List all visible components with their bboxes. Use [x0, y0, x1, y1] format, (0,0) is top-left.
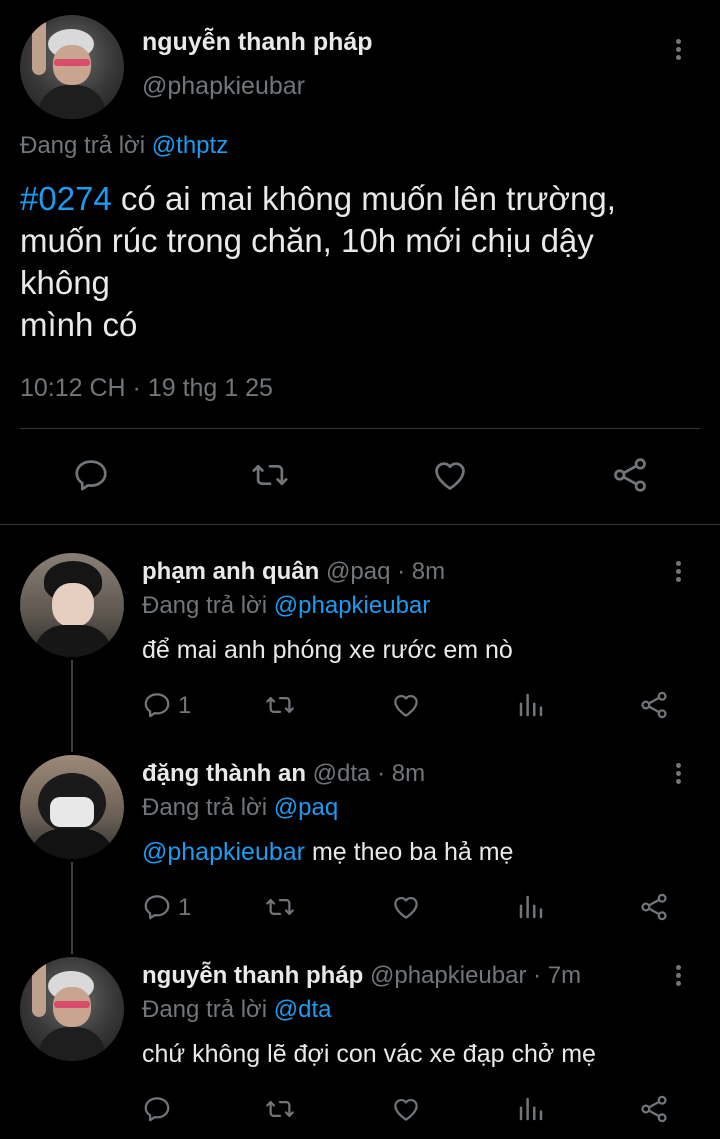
retweet-icon[interactable]	[264, 690, 296, 720]
author-meta[interactable]: @paq · 8m	[326, 558, 445, 585]
share-icon[interactable]	[638, 690, 670, 720]
reply-body: chứ không lẽ đợi con vác xe đạp chở mẹ	[142, 1040, 596, 1068]
avatar[interactable]	[20, 957, 124, 1061]
reply-icon[interactable]	[72, 456, 110, 494]
tweet-text: #0274 có ai mai không muốn lên trường, m…	[20, 178, 710, 346]
reply-to-link[interactable]: @paq	[274, 794, 338, 821]
tweet-line-1: có ai mai không muốn lên trường,	[111, 180, 616, 217]
hashtag-link[interactable]: #0274	[20, 180, 112, 217]
thread-line	[71, 862, 73, 954]
reply-body: để mai anh phóng xe rước em nò	[142, 636, 513, 664]
reply-context: Đang trả lời @phapkieubar	[142, 592, 430, 620]
section-divider	[0, 524, 720, 525]
reply-icon[interactable]	[142, 892, 172, 922]
retweet-icon[interactable]	[264, 1094, 296, 1124]
reply-context: Đang trả lời @paq	[142, 794, 338, 822]
more-icon[interactable]	[674, 36, 682, 63]
author-handle[interactable]: @phapkieubar	[142, 72, 305, 101]
more-icon[interactable]	[674, 962, 682, 989]
timestamp[interactable]: 10:12 CH · 19 thg 1 25	[20, 374, 273, 403]
avatar[interactable]	[20, 15, 124, 119]
mention-link[interactable]: @phapkieubar	[142, 838, 305, 866]
reply-prefix: Đang trả lời	[142, 592, 268, 619]
reply-header: phạm anh quân @paq · 8m	[142, 558, 445, 586]
more-icon[interactable]	[674, 558, 682, 585]
author-name[interactable]: nguyễn thanh pháp	[142, 28, 373, 57]
like-icon[interactable]	[390, 1094, 422, 1124]
reply-header: đặng thành an @dta · 8m	[142, 760, 425, 788]
reply-icon[interactable]	[142, 1094, 172, 1124]
like-icon[interactable]	[390, 690, 422, 720]
views-icon[interactable]	[516, 1094, 546, 1124]
author-name[interactable]: phạm anh quân	[142, 558, 319, 585]
share-icon[interactable]	[638, 892, 670, 922]
reply-text: @phapkieubar mẹ theo ba hả mẹ	[142, 838, 513, 867]
author-meta[interactable]: @dta · 8m	[313, 760, 425, 787]
reply-to-link[interactable]: @phapkieubar	[274, 592, 430, 619]
reply-context: Đang trả lời @thptz	[20, 132, 228, 160]
share-icon[interactable]	[610, 456, 650, 494]
share-icon[interactable]	[638, 1094, 670, 1124]
reply-count: 1	[178, 894, 192, 921]
reply-icon[interactable]	[142, 690, 172, 720]
divider	[20, 428, 700, 429]
reply-prefix: Đang trả lời	[142, 996, 268, 1023]
more-icon[interactable]	[674, 760, 682, 787]
reply-to-link[interactable]: @thptz	[152, 132, 228, 159]
like-icon[interactable]	[390, 892, 422, 922]
avatar[interactable]	[20, 553, 124, 657]
reply-header: nguyễn thanh pháp @phapkieubar · 7m	[142, 962, 581, 990]
views-icon[interactable]	[516, 892, 546, 922]
retweet-icon[interactable]	[264, 892, 296, 922]
avatar[interactable]	[20, 755, 124, 859]
reply-context: Đang trả lời @dta	[142, 996, 332, 1024]
reply-prefix: Đang trả lời	[20, 132, 146, 159]
reply-to-link[interactable]: @dta	[274, 996, 332, 1023]
reply-text: chứ không lẽ đợi con vác xe đạp chở mẹ	[142, 1040, 596, 1069]
reply-count: 1	[178, 692, 192, 719]
retweet-icon[interactable]	[250, 456, 290, 494]
tweet-line-3: không	[20, 264, 110, 301]
tweet-line-2: muốn rúc trong chăn, 10h mới chịu dậy	[20, 222, 594, 259]
tweet-line-4: mình có	[20, 306, 138, 343]
reply-prefix: Đang trả lời	[142, 794, 268, 821]
like-icon[interactable]	[430, 456, 470, 494]
views-icon[interactable]	[516, 690, 546, 720]
reply-text: để mai anh phóng xe rước em nò	[142, 636, 513, 665]
author-meta[interactable]: @phapkieubar · 7m	[370, 962, 581, 989]
reply-body: mẹ theo ba hả mẹ	[305, 838, 514, 866]
author-name[interactable]: nguyễn thanh pháp	[142, 962, 363, 989]
thread-line	[71, 660, 73, 752]
author-name[interactable]: đặng thành an	[142, 760, 306, 787]
